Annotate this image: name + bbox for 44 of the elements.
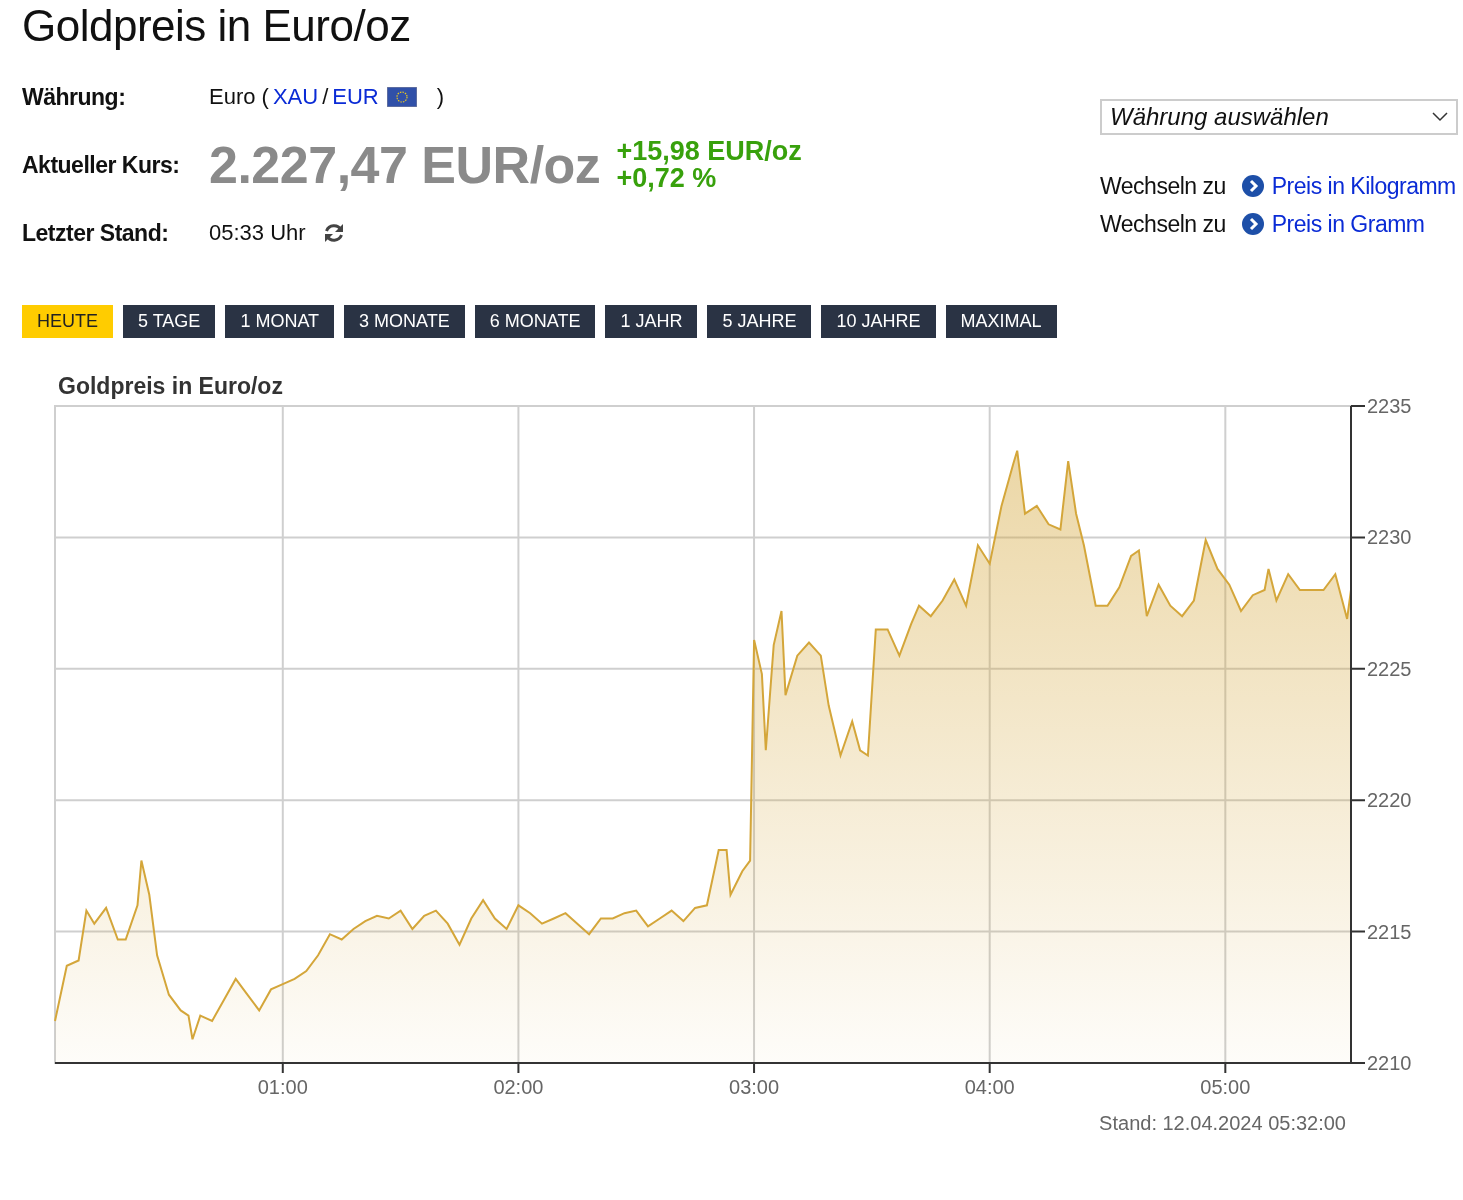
axis-label: 2225 — [1367, 657, 1412, 680]
chevron-circle-icon — [1241, 174, 1264, 197]
range-tab[interactable]: 6 MONATE — [474, 304, 596, 338]
axis-label: 2210 — [1367, 1051, 1412, 1074]
axis-label: 2220 — [1367, 789, 1412, 811]
axis-label: 2215 — [1367, 920, 1412, 943]
currency-link[interactable]: XAU — [272, 80, 319, 114]
axis-label: 04:00 — [964, 1075, 1015, 1098]
bracket: ) — [436, 83, 445, 112]
field-label: Letzter Stand: — [22, 218, 170, 248]
field-label: Währung: — [22, 82, 127, 112]
chevron-circle-icon — [1241, 212, 1264, 235]
chart-title: Goldpreis in Euro/oz — [58, 372, 283, 399]
currency-link[interactable]: EUR — [332, 80, 379, 114]
currency-select[interactable]: Währung auswählen — [1100, 98, 1458, 135]
axis-label: 2230 — [1367, 526, 1412, 549]
range-tab[interactable]: 5 TAGE — [123, 304, 216, 338]
range-tab[interactable]: 5 JAHRE — [707, 304, 812, 338]
update-time: 05:33 Uhr — [209, 219, 306, 248]
flag-icon — [386, 86, 417, 107]
switch-label: Wechseln zu — [1100, 171, 1226, 201]
axis-label: 02:00 — [493, 1075, 544, 1098]
range-tab[interactable]: 1 JAHR — [605, 304, 698, 338]
price-value: 2.227,47 EUR/oz — [209, 134, 601, 196]
range-tab[interactable]: 3 MONATE — [344, 304, 465, 338]
axis-label: 03:00 — [729, 1075, 780, 1098]
unit-link[interactable]: Preis in Kilogramm — [1271, 168, 1456, 204]
range-tab[interactable]: HEUTE — [22, 304, 113, 338]
axis-label: 05:00 — [1200, 1075, 1251, 1098]
axis-label: 2235 — [1367, 394, 1412, 417]
axis-label: 01:00 — [257, 1075, 308, 1098]
percent-change: +0,72 % — [616, 164, 718, 192]
range-tab[interactable]: 10 JAHRE — [821, 304, 936, 338]
range-tab[interactable]: 1 MONAT — [225, 304, 335, 338]
range-tab[interactable]: MAXIMAL — [945, 304, 1057, 338]
currency-name: Euro ( — [209, 83, 269, 112]
unit-link[interactable]: Preis in Gramm — [1271, 206, 1425, 242]
switch-label: Wechseln zu — [1100, 209, 1226, 239]
page-title: Goldpreis in Euro/oz — [22, 0, 412, 52]
field-label: Aktueller Kurs: — [22, 150, 181, 180]
separator: / — [322, 83, 329, 112]
price-change: +15,98 EUR/oz — [616, 137, 802, 165]
chart-footer: Stand: 12.04.2024 05:32:00 — [1099, 1111, 1346, 1134]
chevron-down-icon — [1432, 111, 1448, 122]
